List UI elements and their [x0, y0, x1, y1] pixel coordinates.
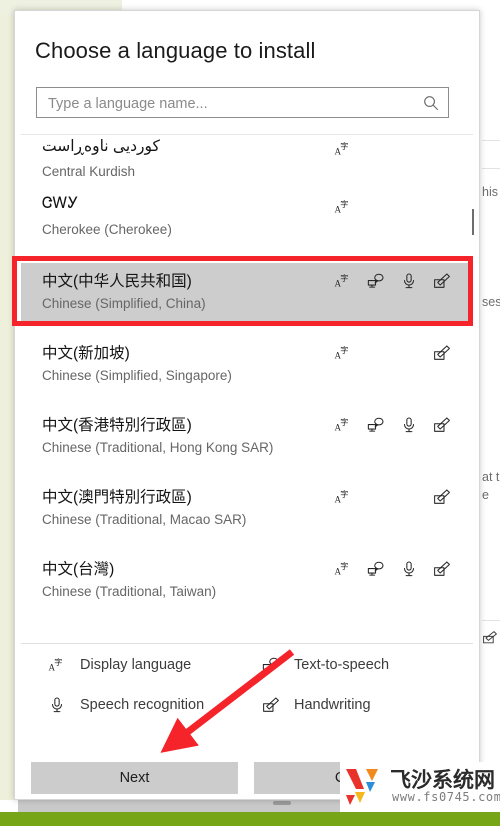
speech-recognition-icon: [47, 695, 67, 715]
handwriting-icon: [261, 695, 281, 715]
language-feature-icons: A字: [334, 487, 451, 507]
handwriting-icon: [433, 488, 451, 506]
language-english-name: Chinese (Traditional, Taiwan): [42, 584, 217, 599]
search-input[interactable]: [46, 88, 420, 119]
dialog-title: Choose a language to install: [35, 38, 316, 63]
display-language-icon: A字: [334, 344, 352, 362]
speech-recognition-icon: [400, 416, 418, 434]
background-handwriting-icon: [482, 630, 498, 651]
handwriting-icon: [433, 272, 451, 290]
language-row[interactable]: 中文(台灣) Chinese (Traditional, Taiwan) A 字: [21, 551, 473, 605]
background-green-bar: [0, 812, 500, 826]
text-to-speech-icon: [367, 272, 385, 290]
svg-text:字: 字: [340, 345, 348, 355]
language-english-name: Chinese (Simplified, China): [42, 296, 206, 311]
language-feature-icons: A字: [334, 139, 451, 159]
text-to-speech-icon: [261, 655, 281, 675]
language-english-name: Chinese (Simplified, Singapore): [42, 368, 232, 383]
svg-text:字: 字: [340, 561, 348, 571]
language-native-name: 中文(香港特別行政區): [42, 417, 192, 434]
display-language-icon: A字: [334, 416, 352, 434]
text-to-speech-icon: [367, 560, 385, 578]
language-feature-icons: A字: [334, 271, 451, 291]
language-native-name: 中文(澳門特別行政區): [42, 489, 192, 506]
svg-text:字: 字: [340, 489, 348, 499]
svg-text:字: 字: [54, 657, 62, 667]
handwriting-icon: [433, 416, 451, 434]
language-list[interactable]: کوردیی ناوەڕاست Central Kurdish A 字 ᏣᎳᎩ Chero…: [15, 135, 479, 605]
background-divider: [482, 620, 500, 621]
background-text-fragment: his: [482, 185, 498, 199]
legend-divider: [21, 643, 473, 644]
language-feature-icons: A字: [334, 197, 451, 217]
legend-label: Handwriting: [294, 697, 371, 713]
handwriting-icon: [433, 344, 451, 362]
text-to-speech-icon: [367, 416, 385, 434]
language-row[interactable]: 中文(中华人民共和国) Chinese (Simplified, China) A 字: [21, 263, 473, 321]
handwriting-icon: [433, 560, 451, 578]
feature-legend: A 字 Display language Text-to-speech Speech r…: [37, 651, 457, 731]
language-native-name: 中文(中华人民共和国): [42, 273, 192, 290]
language-native-name: ᏣᎳᎩ: [42, 195, 79, 212]
speech-recognition-icon: [400, 560, 418, 578]
watermark-url: www.fs0745.com: [392, 790, 500, 804]
language-search-box[interactable]: [36, 87, 449, 119]
language-row[interactable]: کوردیی ناوەڕاست Central Kurdish A 字: [21, 135, 473, 189]
display-language-icon: A字: [334, 198, 352, 216]
watermark: 飞沙系统网 www.fs0745.com: [340, 762, 500, 812]
choose-language-dialog: Choose a language to install کوردیی ناوە…: [14, 10, 480, 800]
display-language-icon: A字: [334, 560, 352, 578]
language-english-name: Cherokee (Cherokee): [42, 222, 172, 237]
background-text-fragment: ses: [482, 295, 500, 309]
display-language-icon: A字: [334, 272, 352, 290]
legend-label: Speech recognition: [80, 697, 205, 713]
language-list-scrollbar[interactable]: [468, 135, 478, 605]
legend-label: Display language: [80, 657, 192, 673]
display-language-icon: A字: [334, 140, 352, 158]
legend-item: A 字 Display language: [47, 655, 191, 675]
legend-item: Handwriting: [261, 695, 371, 715]
language-english-name: Central Kurdish: [42, 164, 136, 179]
language-native-name: 中文(台灣): [42, 561, 115, 578]
language-native-name: کوردیی ناوەڕاست: [42, 138, 160, 155]
language-feature-icons: A字: [334, 343, 451, 363]
language-row[interactable]: 中文(香港特別行政區) Chinese (Traditional, Hong Ko…: [21, 407, 473, 465]
language-feature-icons: A字: [334, 415, 451, 435]
background-divider: [482, 168, 500, 169]
legend-label: Text-to-speech: [294, 657, 390, 673]
language-row[interactable]: 中文(新加坡) Chinese (Simplified, Singapore) A 字: [21, 335, 473, 393]
display-language-icon: A字: [47, 655, 67, 675]
display-language-icon: A字: [334, 488, 352, 506]
svg-text:字: 字: [340, 417, 348, 427]
svg-text:字: 字: [340, 141, 348, 151]
legend-item: Text-to-speech: [261, 655, 389, 675]
svg-text:字: 字: [340, 199, 348, 209]
legend-item: Speech recognition: [47, 695, 204, 715]
svg-text:字: 字: [340, 273, 348, 283]
language-english-name: Chinese (Traditional, Hong Kong SAR): [42, 440, 274, 455]
next-button[interactable]: Next: [31, 762, 238, 794]
speech-recognition-icon: [400, 272, 418, 290]
language-row[interactable]: ᏣᎳᎩ Cherokee (Cherokee) A 字: [21, 189, 473, 247]
language-english-name: Chinese (Traditional, Macao SAR): [42, 512, 247, 527]
background-divider: [482, 140, 500, 141]
desktop-background: his ses at t e ⌄ Choose a language to in…: [0, 0, 500, 826]
watermark-logo-icon: [346, 769, 378, 805]
scrollbar-thumb[interactable]: [472, 209, 474, 235]
language-native-name: 中文(新加坡): [42, 345, 130, 362]
language-feature-icons: A字: [334, 559, 451, 579]
background-text-fragment: at t: [482, 470, 500, 484]
language-row[interactable]: 中文(澳門特別行政區) Chinese (Traditional, Macao S…: [21, 479, 473, 537]
background-text-fragment: e: [482, 488, 489, 502]
search-icon[interactable]: [422, 94, 440, 112]
